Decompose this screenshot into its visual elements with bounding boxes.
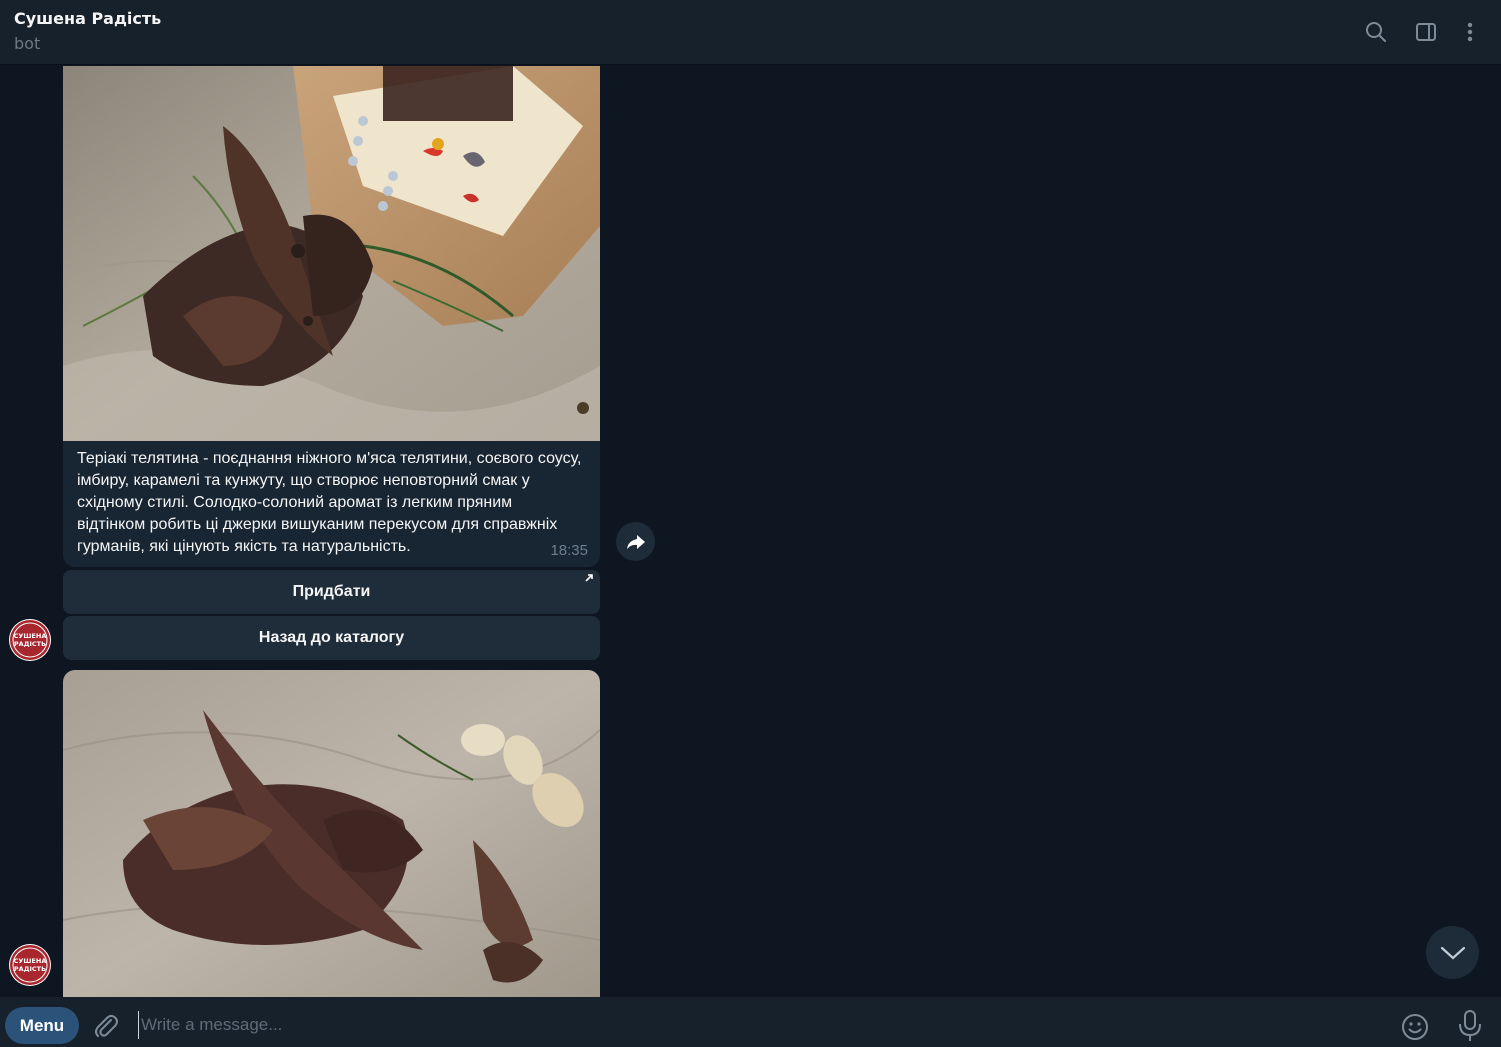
more-vertical-icon[interactable] <box>1456 18 1484 46</box>
message-list[interactable]: Теріакі телятина - поєднання ніжного м'я… <box>0 66 1501 997</box>
avatar-brand-line1: СУШЕНА <box>14 632 47 640</box>
scroll-to-bottom-button[interactable] <box>1426 926 1479 979</box>
message-caption-bubble[interactable]: Теріакі телятина - поєднання ніжного м'я… <box>63 441 600 567</box>
microphone-icon[interactable] <box>1457 1009 1483 1043</box>
share-arrow-icon <box>626 534 645 549</box>
back-to-catalog-button[interactable]: Назад до каталогу <box>63 616 600 660</box>
avatar-brand-line2: РАДІСТЬ <box>14 640 46 648</box>
back-button-label: Назад до каталогу <box>258 629 405 646</box>
buy-button[interactable]: Придбати <box>63 570 600 614</box>
chat-subtitle: bot <box>14 34 41 53</box>
message-input[interactable] <box>138 1011 1368 1039</box>
avatar-brand-line2: РАДІСТЬ <box>14 965 46 973</box>
sidebar-toggle-icon[interactable] <box>1412 18 1440 46</box>
message-photo[interactable] <box>63 66 600 441</box>
buy-button-label: Придбати <box>292 583 371 600</box>
chat-header: Сушена Радість bot <box>0 0 1501 65</box>
bot-menu-button[interactable]: Menu <box>5 1007 79 1044</box>
bot-avatar[interactable]: СУШЕНА РАДІСТЬ <box>9 944 51 986</box>
chevron-down-icon <box>1440 946 1465 959</box>
avatar-brand-line1: СУШЕНА <box>14 957 47 965</box>
search-icon[interactable] <box>1362 18 1390 46</box>
message-photo[interactable] <box>63 670 600 997</box>
bot-avatar[interactable]: СУШЕНА РАДІСТЬ <box>9 619 51 661</box>
message-caption-text: Теріакі телятина - поєднання ніжного м'я… <box>77 450 582 555</box>
composer: Menu <box>0 997 1501 1047</box>
chat-title[interactable]: Сушена Радість <box>14 9 161 28</box>
share-button[interactable] <box>616 522 655 561</box>
message-time: 18:35 <box>550 542 588 559</box>
paperclip-icon[interactable] <box>92 1012 120 1040</box>
emoji-icon[interactable] <box>1400 1012 1430 1042</box>
external-link-icon <box>585 574 593 582</box>
